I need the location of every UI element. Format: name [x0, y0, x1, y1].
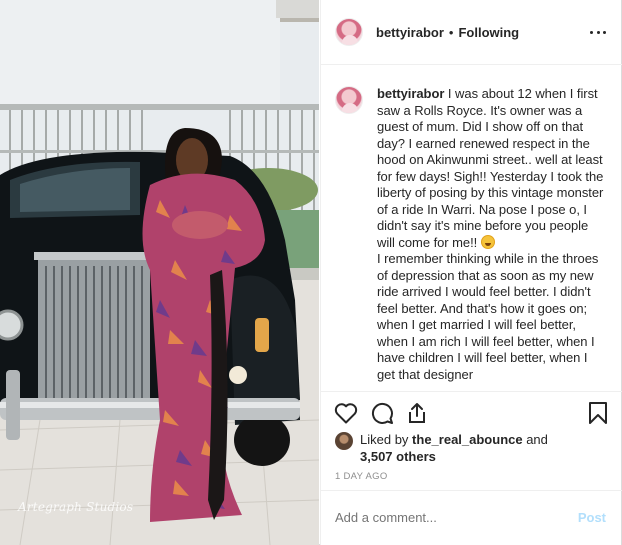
post-details-panel: bettyirabor • Following bettyirabor I wa…: [320, 0, 622, 545]
post-header: bettyirabor • Following: [321, 0, 622, 65]
caption-body-part2: I remember thinking while in the throes …: [377, 251, 599, 382]
following-button[interactable]: Following: [458, 25, 519, 40]
comment-form: Post: [321, 490, 622, 544]
comment-input[interactable]: [335, 510, 578, 525]
likes-count-link[interactable]: 3,507 others: [360, 449, 436, 464]
liker-avatar[interactable]: [335, 432, 353, 450]
comment-icon[interactable]: [370, 401, 394, 425]
caption-body-part1: I was about 12 when I first saw a Rolls …: [377, 86, 604, 250]
heart-icon[interactable]: [334, 401, 358, 425]
more-options-icon[interactable]: [590, 24, 606, 40]
photo-illustration: [0, 0, 319, 545]
post-comment-button[interactable]: Post: [578, 510, 606, 525]
caption-section: bettyirabor I was about 12 when I first …: [321, 66, 622, 391]
photo-watermark: Artegraph Studios: [18, 500, 134, 514]
post-photo[interactable]: Artegraph Studios: [0, 0, 319, 545]
author-username[interactable]: bettyirabor: [376, 25, 444, 40]
liked-by-middle: and: [522, 432, 548, 447]
caption-author-avatar[interactable]: [335, 86, 363, 114]
likes-summary: Liked by the_real_abounce and 3,507 othe…: [335, 431, 615, 465]
share-icon[interactable]: [405, 401, 429, 425]
caption-text: bettyirabor I was about 12 when I first …: [377, 86, 608, 391]
liker-username[interactable]: the_real_abounce: [412, 432, 523, 447]
bookmark-icon[interactable]: [586, 401, 610, 425]
post-timestamp[interactable]: 1 DAY AGO: [335, 471, 388, 482]
author-avatar[interactable]: [335, 18, 363, 46]
laughing-face-icon: [480, 234, 495, 249]
likes-text: Liked by the_real_abounce and 3,507 othe…: [360, 431, 548, 465]
caption-username[interactable]: bettyirabor: [377, 86, 444, 101]
header-separator: •: [448, 24, 454, 40]
action-bar: [321, 391, 622, 431]
liked-by-prefix: Liked by: [360, 432, 413, 447]
